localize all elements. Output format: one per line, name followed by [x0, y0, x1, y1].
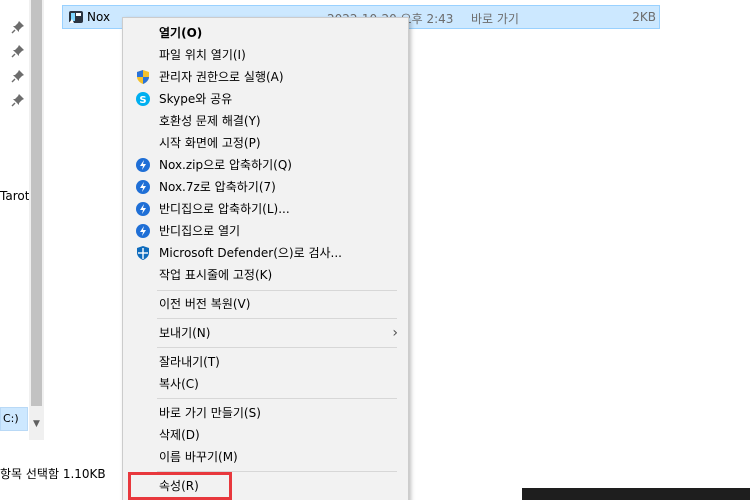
menu-item-label: 반디집으로 압축하기(L)... [159, 202, 290, 216]
menu-item-label: Microsoft Defender(으)로 검사... [159, 246, 342, 260]
file-type: 바로 가기 [471, 12, 519, 26]
menu-item-delete[interactable]: 삭제(D) [125, 424, 406, 446]
menu-item-label: 보내기(N) [159, 326, 211, 340]
svg-text:S: S [139, 95, 146, 106]
menu-item-label: 이전 버전 복원(V) [159, 297, 251, 311]
pin-icon [11, 93, 25, 107]
menu-item-label: 파일 위치 열기(I) [159, 48, 246, 62]
menu-item-label: Nox.zip으로 압축하기(Q) [159, 158, 292, 172]
taskbar-fragment [522, 488, 750, 500]
menu-item-bandizip-open[interactable]: 반디집으로 열기 [125, 220, 406, 242]
nox-app-icon [68, 10, 84, 24]
menu-item-label: 이름 바꾸기(M) [159, 450, 238, 464]
menu-item-label: 반디집으로 열기 [159, 224, 241, 238]
scrollbar-thumb[interactable] [31, 0, 42, 406]
menu-item-run-as-admin[interactable]: 관리자 권한으로 실행(A) [125, 66, 406, 88]
nav-item-drive-c[interactable]: C:) [0, 407, 28, 431]
context-menu: 열기(O) 파일 위치 열기(I) 관리자 권한으로 실행(A) S Skype… [122, 17, 409, 500]
menu-item-label: Skype와 공유 [159, 92, 233, 106]
menu-item-create-shortcut[interactable]: 바로 가기 만들기(S) [125, 402, 406, 424]
file-name: Nox [87, 10, 111, 24]
menu-item-troubleshoot[interactable]: 호환성 문제 해결(Y) [125, 110, 406, 132]
defender-shield-icon [135, 245, 151, 261]
menu-item-label: Nox.7z로 압축하기(7) [159, 180, 276, 194]
menu-item-send-to[interactable]: 보내기(N) › [125, 322, 406, 344]
menu-item-label: 호환성 문제 해결(Y) [159, 114, 261, 128]
bandizip-icon [135, 201, 151, 217]
menu-item-label: 시작 화면에 고정(P) [159, 136, 261, 150]
status-selection-text: 항목 선택함 1.10KB [0, 467, 106, 481]
pin-icon [11, 20, 25, 34]
file-size: 2KB [632, 10, 656, 24]
menu-item-open[interactable]: 열기(O) [125, 22, 406, 44]
menu-separator [157, 318, 397, 319]
menu-item-label: 바로 가기 만들기(S) [159, 406, 261, 420]
menu-item-skype-share[interactable]: S Skype와 공유 [125, 88, 406, 110]
menu-item-pin-start[interactable]: 시작 화면에 고정(P) [125, 132, 406, 154]
menu-separator [157, 347, 397, 348]
uac-shield-icon [135, 69, 151, 85]
menu-item-rename[interactable]: 이름 바꾸기(M) [125, 446, 406, 468]
menu-item-restore-previous[interactable]: 이전 버전 복원(V) [125, 293, 406, 315]
menu-item-label: 관리자 권한으로 실행(A) [159, 70, 284, 84]
menu-item-label: 복사(C) [159, 377, 199, 391]
skype-icon: S [135, 91, 151, 107]
menu-item-defender-scan[interactable]: Microsoft Defender(으)로 검사... [125, 242, 406, 264]
menu-separator [157, 290, 397, 291]
menu-item-copy[interactable]: 복사(C) [125, 373, 406, 395]
menu-item-label: 열기(O) [159, 26, 203, 40]
navigation-pane: Tarot C:) ▼ [0, 0, 44, 462]
menu-item-label: 작업 표시줄에 고정(K) [159, 268, 273, 282]
menu-separator [157, 398, 397, 399]
menu-item-label: 삭제(D) [159, 428, 200, 442]
menu-item-compress-zip[interactable]: Nox.zip으로 압축하기(Q) [125, 154, 406, 176]
pin-icon [11, 44, 25, 58]
bandizip-icon [135, 223, 151, 239]
nav-item-tarot[interactable]: Tarot [0, 189, 29, 203]
nav-scrollbar[interactable] [29, 0, 44, 440]
menu-item-bandizip-compress[interactable]: 반디집으로 압축하기(L)... [125, 198, 406, 220]
menu-item-cut[interactable]: 잘라내기(T) [125, 351, 406, 373]
bandizip-icon [135, 179, 151, 195]
chevron-right-icon: › [392, 325, 398, 341]
highlight-box-properties [128, 472, 232, 500]
menu-item-label: 잘라내기(T) [159, 355, 220, 369]
scroll-down-arrow-icon[interactable]: ▼ [29, 416, 44, 432]
menu-item-open-location[interactable]: 파일 위치 열기(I) [125, 44, 406, 66]
bandizip-icon [135, 157, 151, 173]
menu-item-compress-7z[interactable]: Nox.7z로 압축하기(7) [125, 176, 406, 198]
pin-icon [11, 69, 25, 83]
menu-item-pin-taskbar[interactable]: 작업 표시줄에 고정(K) [125, 264, 406, 286]
